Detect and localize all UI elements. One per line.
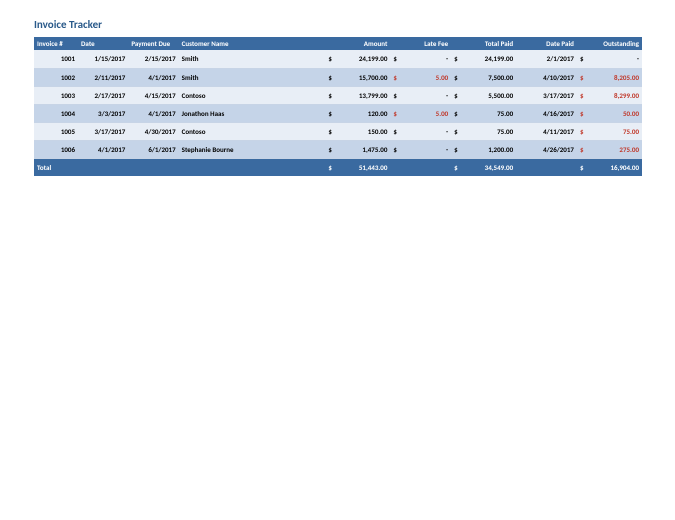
cell-paid[interactable]: $5,500.00 [451,86,516,104]
spreadsheet-area: Invoice Tracker Invoice # Date Payment D… [0,0,675,194]
cell-date[interactable]: 1/15/2017 [78,50,128,68]
cell-date[interactable]: 3/3/2017 [78,104,128,122]
cell-date[interactable]: 4/1/2017 [78,140,128,158]
col-dpaid[interactable]: Date Paid [516,37,577,50]
cell-due[interactable]: 4/30/2017 [128,122,178,140]
cell-paid[interactable]: $7,500.00 [451,68,516,86]
cell-name[interactable]: Contoso [179,122,326,140]
page-title: Invoice Tracker [34,18,641,31]
cell-paid[interactable]: $24,199.00 [451,50,516,68]
cell-date[interactable]: 2/11/2017 [78,68,128,86]
cell-dpaid[interactable]: 2/1/2017 [516,50,577,68]
cell-name[interactable]: Stephanie Bourne [179,140,326,158]
cell-name[interactable]: Smith [179,50,326,68]
cell-due[interactable]: 4/15/2017 [128,86,178,104]
cell-fee[interactable]: $- [390,140,451,158]
cell-dpaid[interactable]: 4/11/2017 [516,122,577,140]
col-invoice[interactable]: Invoice # [34,37,78,50]
cell-name[interactable]: Smith [179,68,326,86]
header-row: Invoice # Date Payment Due Customer Name… [34,37,642,50]
cell-paid[interactable]: $75.00 [451,104,516,122]
cell-due[interactable]: 6/1/2017 [128,140,178,158]
cell-amount[interactable]: $150.00 [325,122,390,140]
cell-fee[interactable]: $5.00 [390,68,451,86]
cell-fee[interactable]: $5.00 [390,104,451,122]
table-row[interactable]: 10064/1/20176/1/2017Stephanie Bourne$1,4… [34,140,642,158]
table-row[interactable]: 10022/11/20174/1/2017Smith$15,700.00$5.0… [34,68,642,86]
cell-paid[interactable]: $75.00 [451,122,516,140]
cell-invoice[interactable]: 1005 [34,122,78,140]
cell-dpaid[interactable]: 4/26/2017 [516,140,577,158]
cell-fee[interactable]: $- [390,122,451,140]
cell-out[interactable]: $275.00 [577,140,642,158]
invoice-table: Invoice # Date Payment Due Customer Name… [34,37,642,176]
col-due[interactable]: Payment Due [128,37,178,50]
cell-out[interactable]: $8,205.00 [577,68,642,86]
total-label: Total [34,158,78,176]
cell-name[interactable]: Jonathon Haas [179,104,326,122]
cell-out[interactable]: $- [577,50,642,68]
cell-amount[interactable]: $13,799.00 [325,86,390,104]
cell-due[interactable]: 2/15/2017 [128,50,178,68]
cell-paid[interactable]: $1,200.00 [451,140,516,158]
total-paid: $34,549.00 [451,158,516,176]
cell-fee[interactable]: $- [390,50,451,68]
cell-dpaid[interactable]: 4/10/2017 [516,68,577,86]
cell-out[interactable]: $8,299.00 [577,86,642,104]
cell-invoice[interactable]: 1006 [34,140,78,158]
cell-due[interactable]: 4/1/2017 [128,68,178,86]
col-name[interactable]: Customer Name [179,37,326,50]
total-amount: $51,443.00 [325,158,390,176]
cell-dpaid[interactable]: 4/16/2017 [516,104,577,122]
cell-invoice[interactable]: 1003 [34,86,78,104]
cell-amount[interactable]: $1,475.00 [325,140,390,158]
table-row[interactable]: 10032/17/20174/15/2017Contoso$13,799.00$… [34,86,642,104]
table-row[interactable]: 10011/15/20172/15/2017Smith$24,199.00$-$… [34,50,642,68]
cell-invoice[interactable]: 1002 [34,68,78,86]
cell-date[interactable]: 2/17/2017 [78,86,128,104]
cell-dpaid[interactable]: 3/17/2017 [516,86,577,104]
table-row[interactable]: 10043/3/20174/1/2017Jonathon Haas$120.00… [34,104,642,122]
cell-out[interactable]: $50.00 [577,104,642,122]
col-amount[interactable]: Amount [325,37,390,50]
total-out: $16,904.00 [577,158,642,176]
cell-date[interactable]: 3/17/2017 [78,122,128,140]
cell-amount[interactable]: $24,199.00 [325,50,390,68]
col-out[interactable]: Outstanding [577,37,642,50]
col-paid[interactable]: Total Paid [451,37,516,50]
cell-due[interactable]: 4/1/2017 [128,104,178,122]
cell-fee[interactable]: $- [390,86,451,104]
table-row[interactable]: 10053/17/20174/30/2017Contoso$150.00$-$7… [34,122,642,140]
col-date[interactable]: Date [78,37,128,50]
cell-amount[interactable]: $120.00 [325,104,390,122]
cell-invoice[interactable]: 1004 [34,104,78,122]
cell-invoice[interactable]: 1001 [34,50,78,68]
cell-name[interactable]: Contoso [179,86,326,104]
total-row: Total $51,443.00 $34,549.00 $16,904.00 [34,158,642,176]
cell-out[interactable]: $75.00 [577,122,642,140]
col-fee[interactable]: Late Fee [390,37,451,50]
cell-amount[interactable]: $15,700.00 [325,68,390,86]
